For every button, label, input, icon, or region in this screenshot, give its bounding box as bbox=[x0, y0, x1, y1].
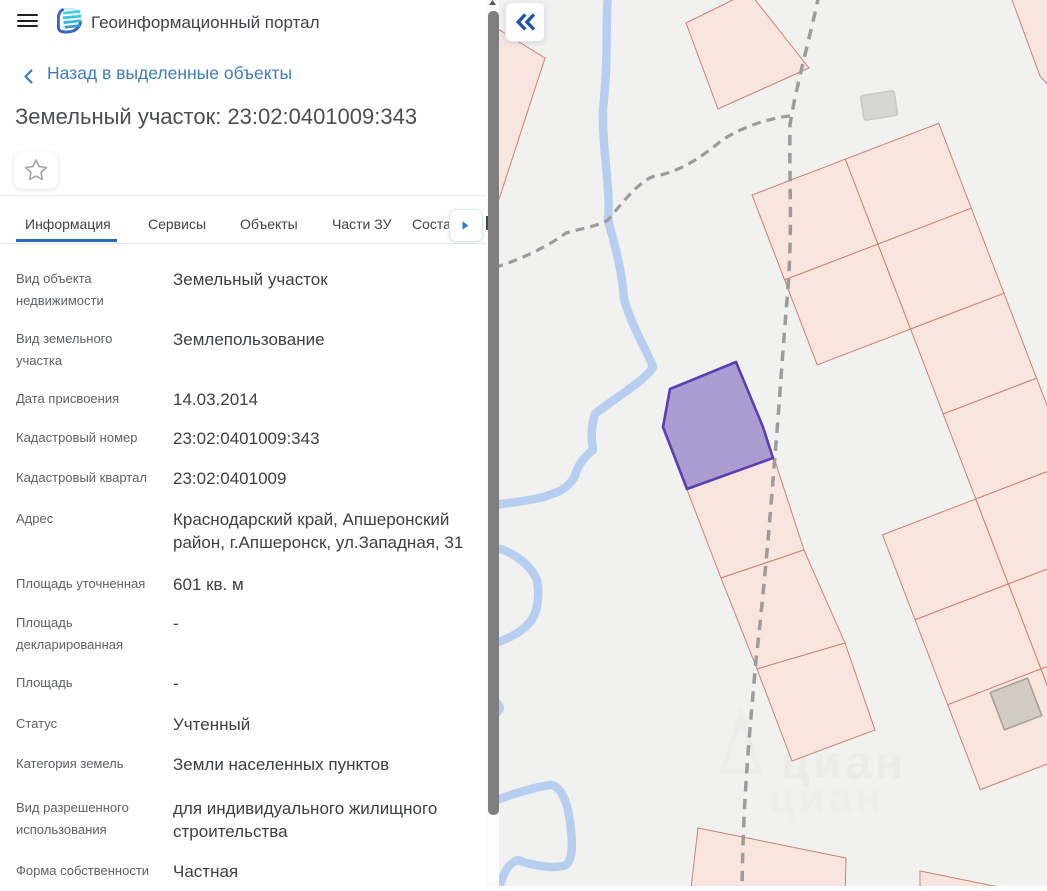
svg-text:циан: циан bbox=[769, 774, 885, 821]
